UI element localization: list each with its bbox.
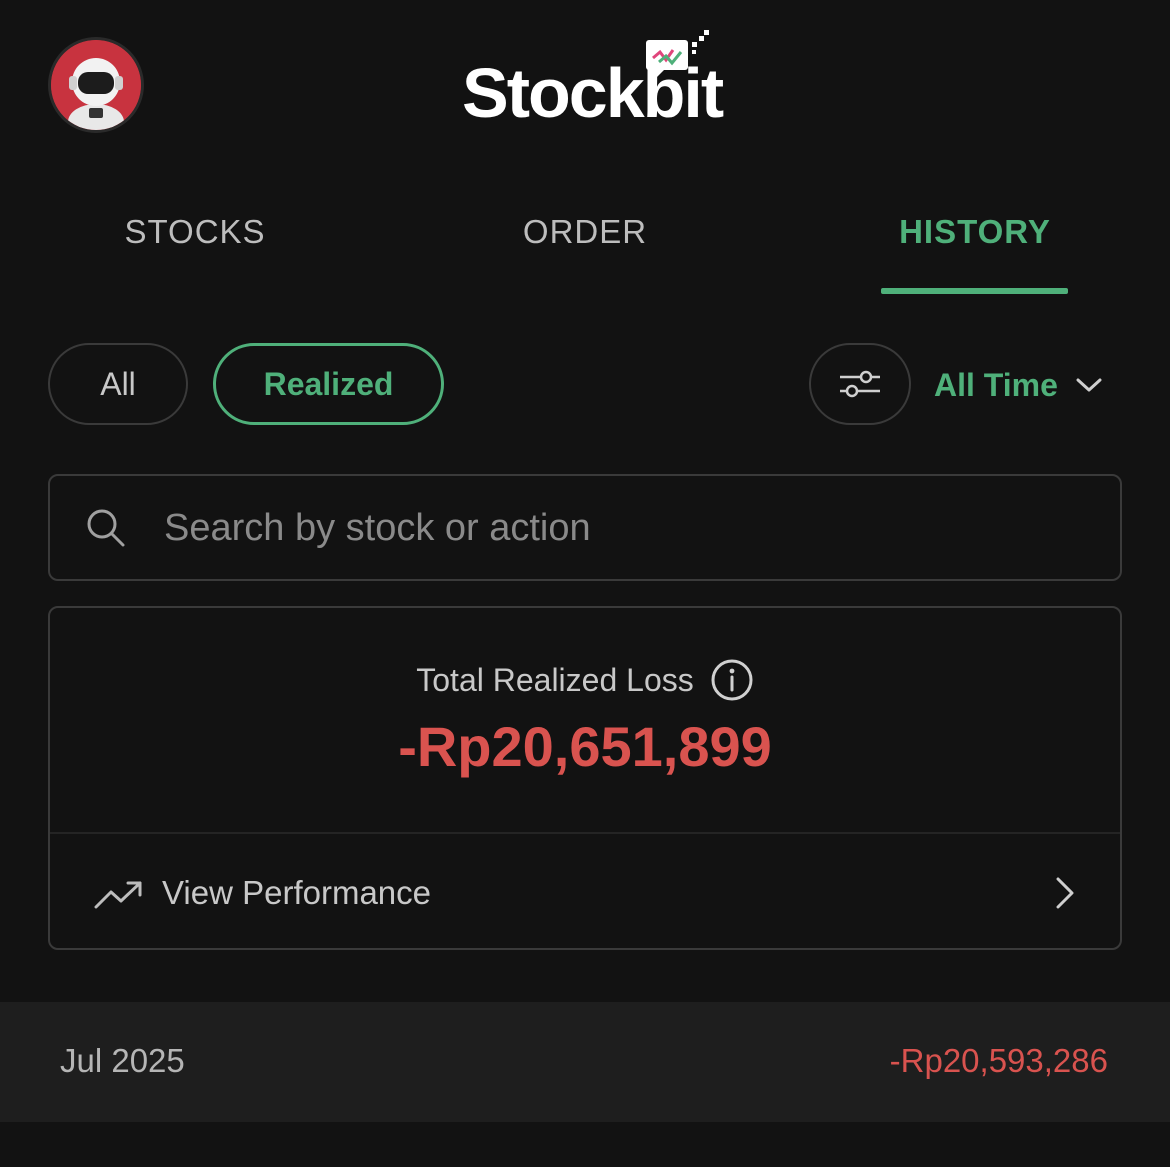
astronaut-avatar-icon <box>51 40 141 130</box>
tab-stocks[interactable]: STOCKS <box>0 208 390 256</box>
month-value: -Rp20,593,286 <box>889 1042 1108 1079</box>
time-range-select[interactable]: All Time <box>934 360 1102 410</box>
time-range-label: All Time <box>934 366 1058 403</box>
view-performance-label: View Performance <box>162 874 432 911</box>
realized-summary-card: Total Realized Loss -Rp20,651,899 View P… <box>48 606 1122 950</box>
active-tab-indicator <box>881 288 1068 294</box>
summary-label-row: Total Realized Loss <box>50 658 1120 702</box>
chevron-right-icon <box>1054 876 1076 915</box>
logo-chat-chart-icon <box>646 30 709 80</box>
month-summary-row[interactable]: Jul 2025 -Rp20,593,286 <box>0 1002 1170 1122</box>
tab-history[interactable]: HISTORY <box>780 208 1170 256</box>
summary-label: Total Realized Loss <box>416 661 694 698</box>
month-label: Jul 2025 <box>60 1042 185 1079</box>
tab-order[interactable]: ORDER <box>390 208 780 256</box>
info-icon[interactable] <box>710 658 754 702</box>
trending-up-icon <box>94 878 144 915</box>
filter-button[interactable] <box>809 343 911 425</box>
filter-pill-realized[interactable]: Realized <box>213 343 444 425</box>
total-realized-loss-amount: -Rp20,651,899 <box>398 715 772 778</box>
avatar[interactable] <box>48 37 144 133</box>
search-box[interactable] <box>48 474 1122 581</box>
search-input[interactable] <box>162 496 1066 560</box>
stockbit-logo: Stockbit <box>462 30 724 130</box>
view-performance-button[interactable]: View Performance <box>50 834 1120 950</box>
search-icon <box>86 508 126 553</box>
sliders-icon <box>840 370 880 398</box>
filter-pill-all[interactable]: All <box>48 343 188 425</box>
chevron-down-icon <box>1076 377 1102 393</box>
